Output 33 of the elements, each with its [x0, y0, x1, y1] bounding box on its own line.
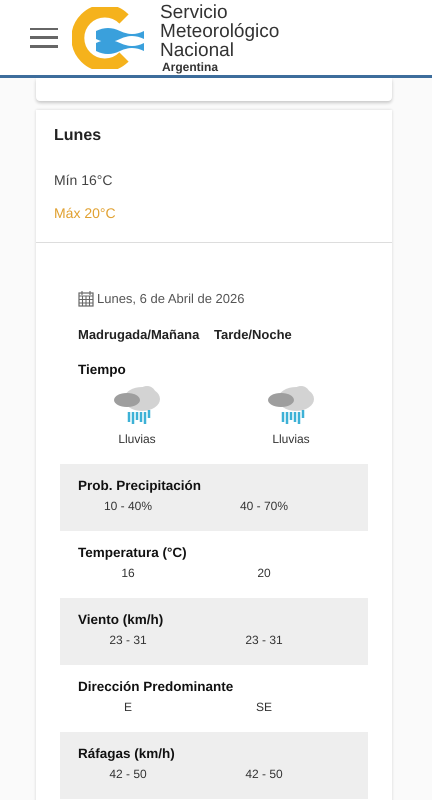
row-value: SE	[254, 698, 273, 716]
period-heading: Madrugada/Mañana	[78, 326, 200, 344]
row-label: Tiempo	[78, 361, 127, 379]
weather-description: Lluvias	[272, 431, 310, 448]
period-heading: Tarde/Noche	[214, 326, 293, 344]
row-value: 23 - 31	[244, 632, 284, 648]
row-value: 42 - 50	[244, 766, 284, 782]
rain-cloud-icon	[266, 384, 316, 426]
row-value: E	[122, 698, 133, 716]
max-temperature: Máx 20°C	[54, 204, 117, 223]
row-label: Viento (km/h)	[78, 611, 164, 630]
row-value: 42 - 50	[108, 766, 148, 782]
row-value: 20	[256, 564, 272, 582]
logo-text: Nacional	[160, 40, 234, 60]
logo-text: Servicio	[160, 2, 229, 22]
weather-description: Lluvias	[118, 431, 156, 448]
rain-cloud-icon	[112, 384, 162, 426]
day-title: Lunes	[54, 126, 102, 146]
row-label: Dirección Predominante	[78, 678, 234, 696]
menu-button[interactable]	[30, 28, 58, 48]
row-label: Prob. Precipitación	[78, 477, 202, 496]
calendar-icon	[78, 290, 94, 308]
row-value: 10 - 40%	[102, 498, 154, 514]
min-temperature: Mín 16°C	[54, 171, 114, 190]
row-value: 16	[120, 564, 136, 582]
logo-icon	[72, 6, 146, 68]
row-value: 23 - 31	[108, 632, 148, 648]
row-value: 40 - 70%	[238, 498, 290, 514]
logo-country: Argentina	[162, 60, 220, 72]
row-label: Ráfagas (km/h)	[78, 745, 176, 764]
logo-text: Meteorológico	[160, 22, 280, 40]
row-label: Temperatura (°C)	[78, 544, 188, 562]
forecast-date: Lunes, 6 de Abril de 2026	[97, 290, 244, 308]
